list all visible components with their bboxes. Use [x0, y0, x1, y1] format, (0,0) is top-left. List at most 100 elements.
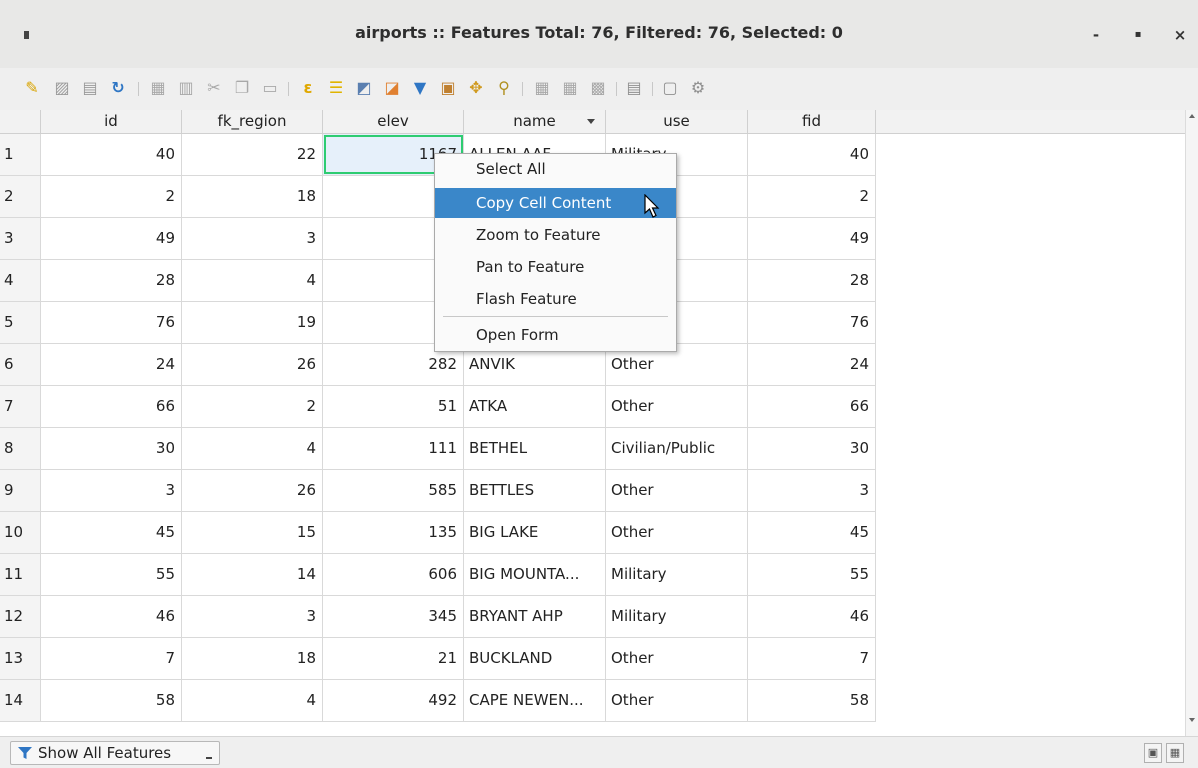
cell-fk-region[interactable]: 18 — [182, 638, 323, 679]
cell-elev[interactable]: 135 — [323, 512, 464, 553]
cell-fid[interactable]: 76 — [748, 302, 876, 343]
move-selection-top-icon[interactable]: ▣ — [436, 76, 460, 100]
new-field-icon[interactable]: ▦ — [530, 76, 554, 100]
field-calculator-icon[interactable]: ▩ — [586, 76, 610, 100]
table-row[interactable]: 10 45 15 135 BIG LAKE Other 45 — [0, 512, 876, 554]
cell-name[interactable]: BIG LAKE — [464, 512, 606, 553]
cell-id[interactable]: 76 — [41, 302, 182, 343]
cell-id[interactable]: 45 — [41, 512, 182, 553]
cell-fid[interactable]: 55 — [748, 554, 876, 595]
cell-fid[interactable]: 30 — [748, 428, 876, 469]
cell-fk-region[interactable]: 19 — [182, 302, 323, 343]
cell-elev[interactable]: 492 — [323, 680, 464, 721]
paste-icon[interactable]: ▭ — [258, 76, 282, 100]
cell-fid[interactable]: 2 — [748, 176, 876, 217]
cell-id[interactable]: 2 — [41, 176, 182, 217]
save-edits-icon[interactable]: ▤ — [78, 76, 102, 100]
column-header-name[interactable]: name — [464, 110, 606, 133]
cell-id[interactable]: 40 — [41, 134, 182, 175]
multi-edit-icon[interactable]: ▨ — [50, 76, 74, 100]
cell-use[interactable]: Other — [606, 512, 748, 553]
cell-use[interactable]: Other — [606, 470, 748, 511]
cell-fid[interactable]: 24 — [748, 344, 876, 385]
column-header-use[interactable]: use — [606, 110, 748, 133]
cell-elev[interactable]: 345 — [323, 596, 464, 637]
cell-fid[interactable]: 28 — [748, 260, 876, 301]
column-header-fid[interactable]: fid — [748, 110, 876, 133]
table-row[interactable]: 9 3 26 585 BETTLES Other 3 — [0, 470, 876, 512]
menu-item-copy-cell-content[interactable]: Copy Cell Content — [435, 188, 676, 218]
cell-fk-region[interactable]: 4 — [182, 428, 323, 469]
delete-icon[interactable]: ▥ — [174, 76, 198, 100]
row-header[interactable]: 1 — [0, 134, 41, 175]
cell-id[interactable]: 49 — [41, 218, 182, 259]
cell-elev[interactable]: 21 — [323, 638, 464, 679]
row-header[interactable]: 3 — [0, 218, 41, 259]
menu-item-zoom-to-feature[interactable]: Zoom to Feature — [435, 220, 676, 250]
cell-id[interactable]: 30 — [41, 428, 182, 469]
table-view-button[interactable]: ▦ — [1166, 743, 1184, 763]
zoom-to-selection-icon[interactable]: ⚲ — [492, 76, 516, 100]
row-header[interactable]: 13 — [0, 638, 41, 679]
row-header[interactable]: 6 — [0, 344, 41, 385]
menu-item-pan-to-feature[interactable]: Pan to Feature — [435, 252, 676, 282]
row-header[interactable]: 8 — [0, 428, 41, 469]
pan-to-selection-icon[interactable]: ✥ — [464, 76, 488, 100]
table-row[interactable]: 11 55 14 606 BIG MOUNTA... Military 55 — [0, 554, 876, 596]
cell-fid[interactable]: 45 — [748, 512, 876, 553]
cell-elev[interactable]: 111 — [323, 428, 464, 469]
cell-elev[interactable]: 51 — [323, 386, 464, 427]
cell-name[interactable]: CAPE NEWEN... — [464, 680, 606, 721]
cell-name[interactable]: ATKA — [464, 386, 606, 427]
dock-icon[interactable]: ▢ — [658, 76, 682, 100]
cell-elev[interactable]: 606 — [323, 554, 464, 595]
row-header[interactable]: 2 — [0, 176, 41, 217]
row-header[interactable]: 10 — [0, 512, 41, 553]
invert-selection-icon[interactable]: ◩ — [352, 76, 376, 100]
filter-icon[interactable]: ▼ — [408, 76, 432, 100]
cell-fk-region[interactable]: 14 — [182, 554, 323, 595]
menu-item-select-all[interactable]: Select All — [435, 154, 676, 184]
add-feature-icon[interactable]: ▦ — [146, 76, 170, 100]
pencil-icon[interactable]: ✎ — [20, 76, 44, 100]
row-header[interactable]: 12 — [0, 596, 41, 637]
cell-use[interactable]: Civilian/Public — [606, 428, 748, 469]
row-header[interactable]: 7 — [0, 386, 41, 427]
cut-icon[interactable]: ✂ — [202, 76, 226, 100]
cell-fid[interactable]: 66 — [748, 386, 876, 427]
select-all-icon[interactable]: ☰ — [324, 76, 348, 100]
column-header-id[interactable]: id — [41, 110, 182, 133]
menu-item-open-form[interactable]: Open Form — [435, 320, 676, 350]
table-row[interactable]: 7 66 2 51 ATKA Other 66 — [0, 386, 876, 428]
row-header[interactable]: 5 — [0, 302, 41, 343]
select-expression-icon[interactable]: ε — [296, 76, 320, 100]
table-row[interactable]: 14 58 4 492 CAPE NEWEN... Other 58 — [0, 680, 876, 722]
cell-use[interactable]: Other — [606, 680, 748, 721]
cell-name[interactable]: BUCKLAND — [464, 638, 606, 679]
copy-icon[interactable]: ❐ — [230, 76, 254, 100]
conditional-formatting-icon[interactable]: ▤ — [622, 76, 646, 100]
cell-use[interactable]: Military — [606, 554, 748, 595]
cell-use[interactable]: Other — [606, 386, 748, 427]
cell-fk-region[interactable]: 3 — [182, 596, 323, 637]
form-view-button[interactable]: ▣ — [1144, 743, 1162, 763]
vertical-scrollbar[interactable] — [1185, 110, 1198, 736]
cell-fk-region[interactable]: 15 — [182, 512, 323, 553]
cell-id[interactable]: 24 — [41, 344, 182, 385]
reload-icon[interactable]: ↻ — [106, 76, 130, 100]
cell-id[interactable]: 55 — [41, 554, 182, 595]
corner-cell[interactable] — [0, 110, 41, 133]
cell-use[interactable]: Other — [606, 638, 748, 679]
cell-fk-region[interactable]: 4 — [182, 260, 323, 301]
close-button[interactable]: × — [1170, 25, 1190, 45]
cell-name[interactable]: BETTLES — [464, 470, 606, 511]
cell-fk-region[interactable]: 4 — [182, 680, 323, 721]
deselect-icon[interactable]: ◪ — [380, 76, 404, 100]
cell-fk-region[interactable]: 3 — [182, 218, 323, 259]
table-row[interactable]: 12 46 3 345 BRYANT AHP Military 46 — [0, 596, 876, 638]
cell-fid[interactable]: 58 — [748, 680, 876, 721]
cell-fid[interactable]: 3 — [748, 470, 876, 511]
cell-id[interactable]: 66 — [41, 386, 182, 427]
scroll-up-icon[interactable] — [1189, 114, 1195, 118]
cell-name[interactable]: BRYANT AHP — [464, 596, 606, 637]
